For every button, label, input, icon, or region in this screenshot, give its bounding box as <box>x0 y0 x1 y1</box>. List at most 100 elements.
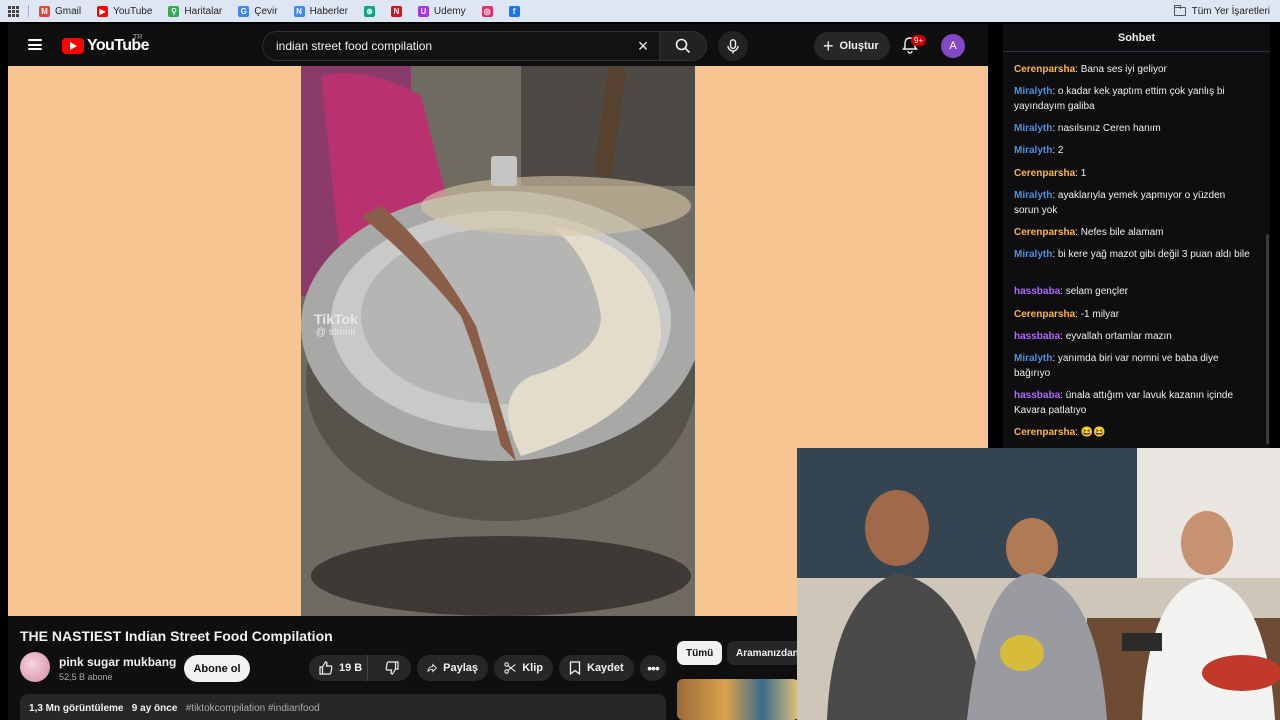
chat-username[interactable]: Miralyth <box>1014 145 1052 156</box>
chat-username[interactable]: Miralyth <box>1014 123 1052 134</box>
netflix-icon: N <box>390 5 402 17</box>
chip-all[interactable]: Tümü <box>677 641 723 665</box>
more-actions-button[interactable]: ••• <box>640 655 666 681</box>
chat-message: hassbaba: selam gençler <box>1014 284 1252 299</box>
youtube-play-icon <box>62 38 84 54</box>
bookmark-label: Çevir <box>254 5 278 17</box>
bookmark-label: Gmail <box>55 5 82 17</box>
udemy-icon: U <box>417 5 429 17</box>
clip-button[interactable]: Klip <box>494 655 553 681</box>
channel-avatar[interactable] <box>20 652 50 682</box>
chat-message: Miralyth: 2 <box>1014 143 1252 158</box>
bookmark-youtube[interactable]: ▶ YouTube <box>89 0 160 22</box>
webcam-overlay <box>797 448 1280 720</box>
bookmark-instagram[interactable]: ◎ <box>474 0 501 22</box>
clip-label: Klip <box>522 662 543 674</box>
notification-badge: 9+ <box>911 35 927 46</box>
bookmark-news[interactable]: N Haberler <box>286 0 356 22</box>
chip-from-search[interactable]: Aramanızdan <box>727 641 808 665</box>
chat-username[interactable]: Cerenparsha <box>1014 168 1075 179</box>
search-box[interactable]: indian street food compilation × <box>262 31 660 61</box>
bookmark-netflix[interactable]: N <box>383 0 410 22</box>
bookmark-chatgpt[interactable]: ⊛ <box>356 0 383 22</box>
plus-icon: + <box>823 36 834 56</box>
like-button[interactable]: 19 B <box>309 655 368 681</box>
chat-username[interactable]: Miralyth <box>1014 249 1052 260</box>
chat-title: Sohbet <box>1003 24 1270 52</box>
youtube-header: YouTube TR indian street food compilatio… <box>8 24 988 66</box>
upload-age: 9 ay önce <box>131 703 178 714</box>
bookmark-label: Haberler <box>309 5 348 17</box>
chat-message: Miralyth: bi kere yağ mazot gibi değil 3… <box>1014 247 1252 262</box>
chat-message: Cerenparsha: 😆😆 <box>1014 425 1252 440</box>
chat-username[interactable]: hassbaba <box>1014 331 1060 342</box>
youtube-icon: ▶ <box>97 5 109 17</box>
all-bookmarks[interactable]: Tüm Yer İşaretleri <box>1173 0 1270 22</box>
bookmark-gmail[interactable]: M Gmail <box>31 0 89 22</box>
save-label: Kaydet <box>587 662 624 674</box>
share-button[interactable]: Paylaş <box>417 655 488 681</box>
chat-username[interactable]: Miralyth <box>1014 86 1052 97</box>
chat-username[interactable]: hassbaba <box>1014 390 1060 401</box>
view-count: 1,3 Mn görüntüleme <box>29 703 124 714</box>
chat-text: Bana ses iyi geliyor <box>1080 64 1167 75</box>
subscribe-button[interactable]: Abone ol <box>184 655 250 682</box>
bookmark-translate[interactable]: G Çevir <box>230 0 285 22</box>
chat-username[interactable]: Miralyth <box>1014 353 1052 364</box>
chat-username[interactable]: hassbaba <box>1014 286 1060 297</box>
translate-icon: G <box>238 5 250 17</box>
bookmark-maps[interactable]: ⚲ Haritalar <box>160 0 230 22</box>
webcam-image <box>797 448 1280 720</box>
chat-message: Cerenparsha: 1 <box>1014 166 1252 181</box>
chat-message: Cerenparsha: Bana ses iyi geliyor <box>1014 62 1252 77</box>
bookmark-label: Udemy <box>433 5 466 17</box>
chat-text: bi kere yağ mazot gibi değil 3 puan aldı… <box>1057 249 1250 260</box>
chat-message: Cerenparsha: Nefes bile alamam <box>1014 225 1252 240</box>
account-avatar[interactable]: A <box>941 34 965 58</box>
dislike-button[interactable] <box>374 655 411 681</box>
chat-username[interactable]: Cerenparsha <box>1014 64 1075 75</box>
voice-search-button[interactable] <box>718 31 748 61</box>
chat-message: Miralyth: ayaklarıyla yemek yapmıyor o y… <box>1014 188 1252 218</box>
chat-message: Cerenparsha: -1 milyar <box>1014 307 1252 322</box>
chat-username[interactable]: Cerenparsha <box>1014 427 1075 438</box>
search-input[interactable]: indian street food compilation <box>276 39 633 53</box>
chat-text: eyvallah ortamlar mazın <box>1065 331 1172 342</box>
tiktok-watermark-label: TikTok <box>314 311 358 327</box>
chat-username[interactable]: Miralyth <box>1014 190 1052 201</box>
bookmarks-divider <box>28 5 29 17</box>
menu-icon[interactable] <box>28 39 42 50</box>
chat-text: -1 milyar <box>1080 309 1120 320</box>
channel-name[interactable]: pink sugar mukbang <box>59 655 176 669</box>
instagram-icon: ◎ <box>481 5 493 17</box>
bookmarks-bar: M Gmail ▶ YouTube ⚲ Haritalar G Çevir N Haberler ⊛… <box>0 0 1280 22</box>
chat-message: hassbaba: ünala attığım var lavuk kazanı… <box>1014 388 1252 418</box>
recommended-video-thumbnail[interactable] <box>677 679 799 720</box>
apps-grid-icon[interactable] <box>0 0 26 22</box>
all-bookmarks-label: Tüm Yer İşaretleri <box>1191 5 1270 17</box>
country-code: TR <box>133 34 143 41</box>
subscriber-count: 52,5 B abone <box>59 672 113 682</box>
create-label: Oluştur <box>839 40 879 52</box>
chat-message: hassbaba: eyvallah ortamlar mazın <box>1014 329 1252 344</box>
video-title: THE NASTIEST Indian Street Food Compilat… <box>20 628 333 644</box>
bookmark-icon <box>569 661 581 675</box>
chat-message: Miralyth: nasılsınız Ceren hanım <box>1014 121 1252 136</box>
chat-message: Miralyth: o kadar kek yaptım ettim çok y… <box>1014 84 1252 114</box>
chat-username[interactable]: Cerenparsha <box>1014 309 1075 320</box>
search-icon <box>675 38 691 54</box>
video-image <box>301 66 695 616</box>
thumbs-up-icon <box>319 661 333 675</box>
share-label: Paylaş <box>443 662 478 674</box>
hashtags[interactable]: #tiktokcompilation #indianfood <box>186 703 320 714</box>
bookmark-facebook[interactable]: f <box>501 0 528 22</box>
bookmark-udemy[interactable]: U Udemy <box>410 0 474 22</box>
clear-search-icon[interactable]: × <box>633 36 653 56</box>
search-button[interactable] <box>660 31 707 61</box>
chat-scrollbar[interactable] <box>1266 234 1269 444</box>
save-button[interactable]: Kaydet <box>559 655 634 681</box>
create-button[interactable]: + Oluştur <box>814 32 890 60</box>
chat-username[interactable]: Cerenparsha <box>1014 227 1075 238</box>
chat-text: selam gençler <box>1065 286 1128 297</box>
chat-panel: Sohbet Cerenparsha: Bana ses iyi geliyor… <box>1003 24 1270 450</box>
